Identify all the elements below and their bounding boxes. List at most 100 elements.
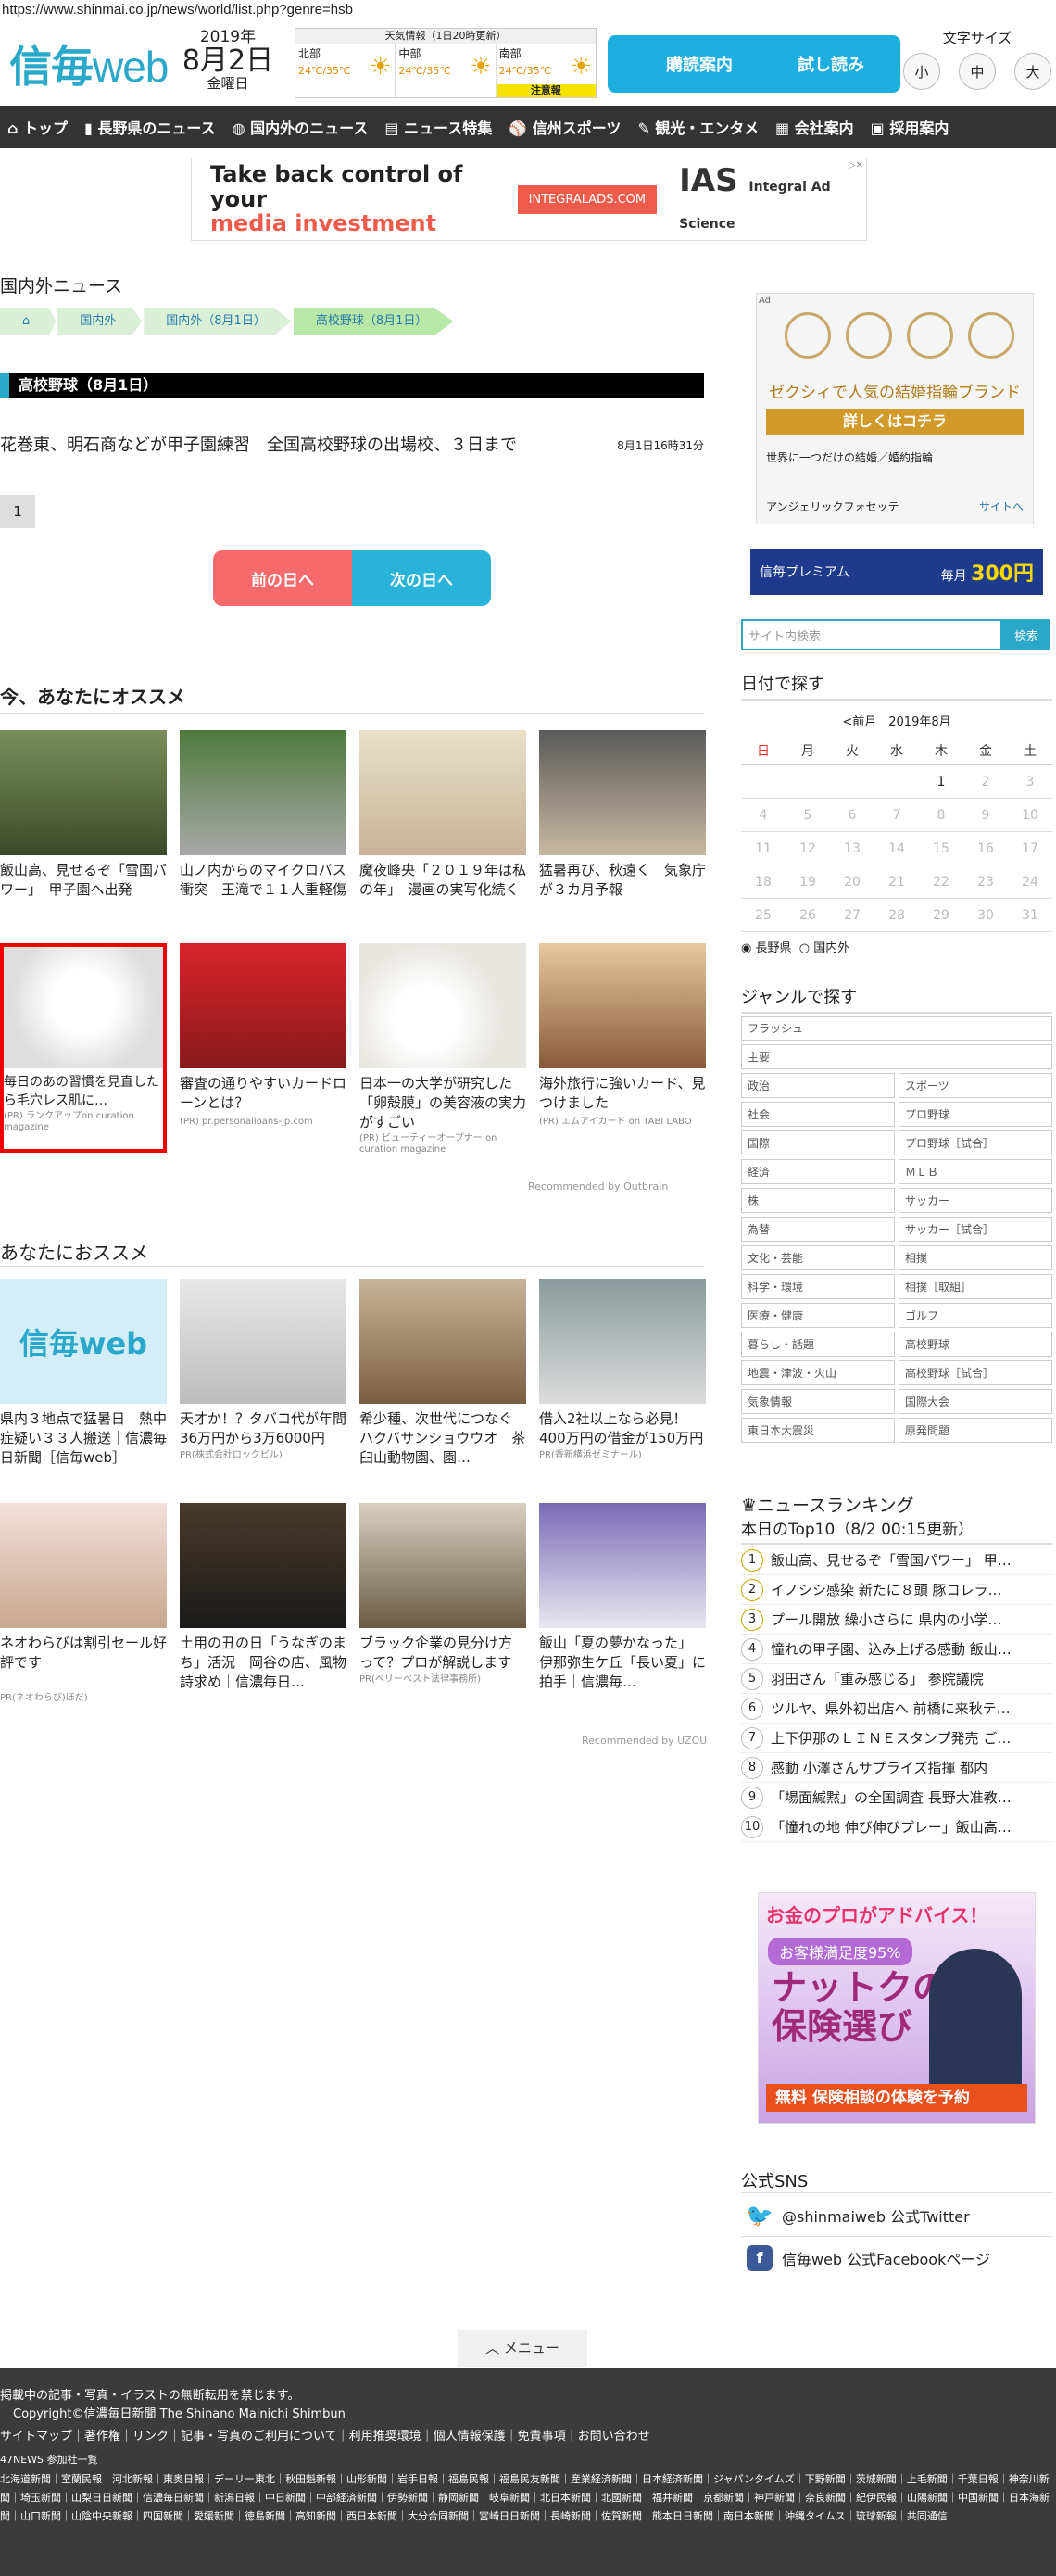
genre-item[interactable]: フラッシュ	[741, 1016, 1052, 1041]
calendar-day[interactable]: 9	[963, 808, 1008, 823]
weather-widget[interactable]: 天気情報（1日20時更新） 北部 24℃/35℃ ☀ 中部 24℃/35℃ ☀ 南部 24…	[295, 28, 597, 98]
rec-image[interactable]	[539, 1279, 706, 1404]
rec-card-ad[interactable]: 借入2社以上なら必見！400万円の借金が150万円に!?PR(香新横浜ゼミナール…	[539, 1279, 706, 1461]
genre-item[interactable]: 医療・健康	[741, 1303, 895, 1328]
warning-badge[interactable]: 注意報	[496, 84, 596, 97]
menu-toggle[interactable]: ︿ メニュー	[458, 2330, 587, 2367]
calendar-day[interactable]: 5	[786, 808, 830, 823]
nav-tourism[interactable]: ✎ 観光・エンタメ	[637, 116, 759, 138]
rec-card[interactable]: 猛暑再び、秋遠く 気象庁が３カ月予報	[539, 730, 706, 920]
rec-image[interactable]	[4, 947, 163, 1068]
nav-company[interactable]: ▦ 会社案内	[775, 116, 854, 138]
font-small-button[interactable]: 小	[903, 53, 940, 90]
search-input[interactable]: サイト内検索	[741, 619, 1002, 650]
next-day-button[interactable]: 次の日へ	[352, 550, 491, 606]
rec-image[interactable]	[359, 1503, 526, 1628]
calendar-day[interactable]: 2	[963, 775, 1008, 789]
site-logo[interactable]: 信毎web	[9, 33, 169, 95]
rec-card-ad[interactable]: 海外旅行に強いカード、見つけました (PR) エムアイカード on TABI LA…	[539, 943, 706, 1128]
calendar-day[interactable]: 31	[1008, 908, 1052, 923]
rec-image[interactable]	[180, 943, 346, 1068]
search-button[interactable]: 検索	[1002, 619, 1050, 650]
rec-image[interactable]	[539, 943, 706, 1068]
rec-image[interactable]	[359, 730, 526, 855]
ad-close-icon[interactable]: ▷✕	[849, 160, 863, 170]
calendar-month-nav[interactable]: <前月 2019年8月	[741, 712, 1052, 738]
genre-item[interactable]: プロ野球［試合］	[899, 1130, 1052, 1155]
calendar-day[interactable]: 15	[919, 841, 963, 856]
genre-item[interactable]: 科学・環境	[741, 1274, 895, 1299]
calendar-day[interactable]: 18	[741, 875, 786, 890]
calendar-day[interactable]: 27	[830, 908, 874, 923]
member-papers[interactable]: 北海道新聞｜室蘭民報｜河北新報｜東奥日報｜デーリー東北｜秋田魁新報｜山形新聞｜岩…	[0, 2470, 1056, 2526]
genre-item[interactable]: 経済	[741, 1159, 895, 1184]
ranking-item[interactable]: 9 「場面緘黙」の全国調査 長野大准教…	[741, 1783, 1052, 1812]
trial-button[interactable]: 試し読み	[761, 35, 900, 93]
prev-day-button[interactable]: 前の日へ	[213, 550, 352, 606]
ad-reserve-button[interactable]: 無料 保険相談の体験を予約	[766, 2084, 1027, 2112]
calendar-day[interactable]: 12	[786, 841, 830, 856]
ranking-item[interactable]: 4 憧れの甲子園、込み上げる感動 飯山…	[741, 1635, 1052, 1664]
nav-nagano[interactable]: ▮ 長野県のニュース	[84, 116, 216, 138]
calendar-day[interactable]: 6	[830, 808, 874, 823]
genre-item[interactable]: スポーツ	[899, 1073, 1052, 1098]
genre-item[interactable]: 東日本大震災	[741, 1418, 895, 1443]
shinmai-logo-image[interactable]: 信毎web	[0, 1279, 167, 1404]
calendar-day[interactable]: 16	[963, 841, 1008, 856]
breadcrumb-world-date[interactable]: 国内外（8月1日）	[144, 308, 292, 335]
rec-image[interactable]	[180, 1279, 346, 1404]
ranking-item[interactable]: 6 ツルヤ、県外初出店へ 前橋に来秋テ…	[741, 1694, 1052, 1724]
calendar-day[interactable]: 22	[919, 875, 963, 890]
premium-banner[interactable]: 信毎プレミアム 毎月 300円	[750, 549, 1043, 595]
calendar-day[interactable]: 13	[830, 841, 874, 856]
rec-image[interactable]	[359, 943, 526, 1068]
twitter-link[interactable]: 🐦 @shinmaiweb 公式Twitter	[741, 2194, 1052, 2237]
calendar-day[interactable]: 29	[919, 908, 963, 923]
rec-card-ad[interactable]: ブラック企業の見分け方って？プロが解説します PR(ベリーベスト法律事務所)	[359, 1503, 526, 1686]
calendar-day[interactable]: 4	[741, 808, 786, 823]
genre-item[interactable]: 社会	[741, 1102, 895, 1127]
genre-item[interactable]: 相撲	[899, 1245, 1052, 1270]
genre-item[interactable]: 相撲［取組］	[899, 1274, 1052, 1299]
calendar-day[interactable]: 23	[963, 875, 1008, 890]
insurance-ad[interactable]: お金のプロがアドバイス！ お客様満足度95% ナットクの 保険選び 無料 保険相談…	[758, 1892, 1036, 2124]
rec-card-ad[interactable]: 毎日のあの習慣を見直したら毛穴レス肌に… (PR) ランクアップon curati…	[0, 943, 167, 1153]
calendar-day[interactable]: 26	[786, 908, 830, 923]
uzou-link[interactable]: Recommended by UZOU	[582, 1735, 707, 1747]
genre-item[interactable]: 株	[741, 1188, 895, 1213]
calendar-day[interactable]: 14	[874, 841, 919, 856]
genre-item[interactable]: プロ野球	[899, 1102, 1052, 1127]
genre-item[interactable]: サッカー［試合］	[899, 1217, 1052, 1242]
ranking-item[interactable]: 3 プール開放 繰小さらに 県内の小学…	[741, 1605, 1052, 1635]
nav-top[interactable]: ⌂ トップ	[7, 116, 68, 138]
genre-item[interactable]: 高校野球［試合］	[899, 1360, 1052, 1385]
genre-item[interactable]: ゴルフ	[899, 1303, 1052, 1328]
outbrain-link[interactable]: Recommended by Outbrain	[528, 1181, 668, 1193]
calendar-day[interactable]: 1	[919, 775, 963, 789]
ad-site-link[interactable]: サイトへ	[979, 499, 1024, 514]
genre-item[interactable]: 原発問題	[899, 1418, 1052, 1443]
rec-card[interactable]: 飯山「夏の夢かなった」 伊那弥生ケ丘「長い夏」に拍手｜信濃毎…	[539, 1503, 706, 1693]
rec-card-ad[interactable]: 天才か！？タバコ代が年間36万円から3万6000円に！PR(株式会社ロックビル)	[180, 1279, 346, 1461]
genre-item[interactable]: 気象情報	[741, 1389, 895, 1414]
rec-card-ad[interactable]: ネオわらびは割引セール好評です PR(ネオわらび)ほだ)	[0, 1503, 167, 1704]
rec-image[interactable]	[0, 1503, 167, 1628]
facebook-link[interactable]: f 信毎web 公式Facebookページ	[741, 2237, 1052, 2279]
calendar-day[interactable]: 8	[919, 808, 963, 823]
calendar-day[interactable]: 11	[741, 841, 786, 856]
calendar-day[interactable]: 3	[1008, 775, 1052, 789]
genre-item[interactable]: サッカー	[899, 1188, 1052, 1213]
rec-card[interactable]: 信毎web 県内３地点で猛暑日 熱中症疑い３３人搬送｜信濃毎日新聞［信毎web］	[0, 1279, 167, 1469]
article-title[interactable]: 花巻東、明石商などが甲子園練習 全国高校野球の出場校、３日まで	[0, 432, 704, 456]
radio-nagano[interactable]: ◉ 長野県	[741, 941, 792, 955]
calendar-day[interactable]: 17	[1008, 841, 1052, 856]
genre-item[interactable]: 文化・芸能	[741, 1245, 895, 1270]
font-large-button[interactable]: 大	[1014, 53, 1051, 90]
page-number[interactable]: 1	[0, 495, 35, 528]
rec-card[interactable]: 飯山高、見せるぞ「雪国パワー」 甲子園へ出発	[0, 730, 167, 920]
nav-recruit[interactable]: ▣ 採用案内	[871, 116, 949, 138]
rec-image[interactable]	[539, 1503, 706, 1628]
banner-ad[interactable]: Take back control of your media investmen…	[191, 158, 867, 241]
genre-item[interactable]: 暮らし・話題	[741, 1332, 895, 1357]
rec-image[interactable]	[180, 1503, 346, 1628]
